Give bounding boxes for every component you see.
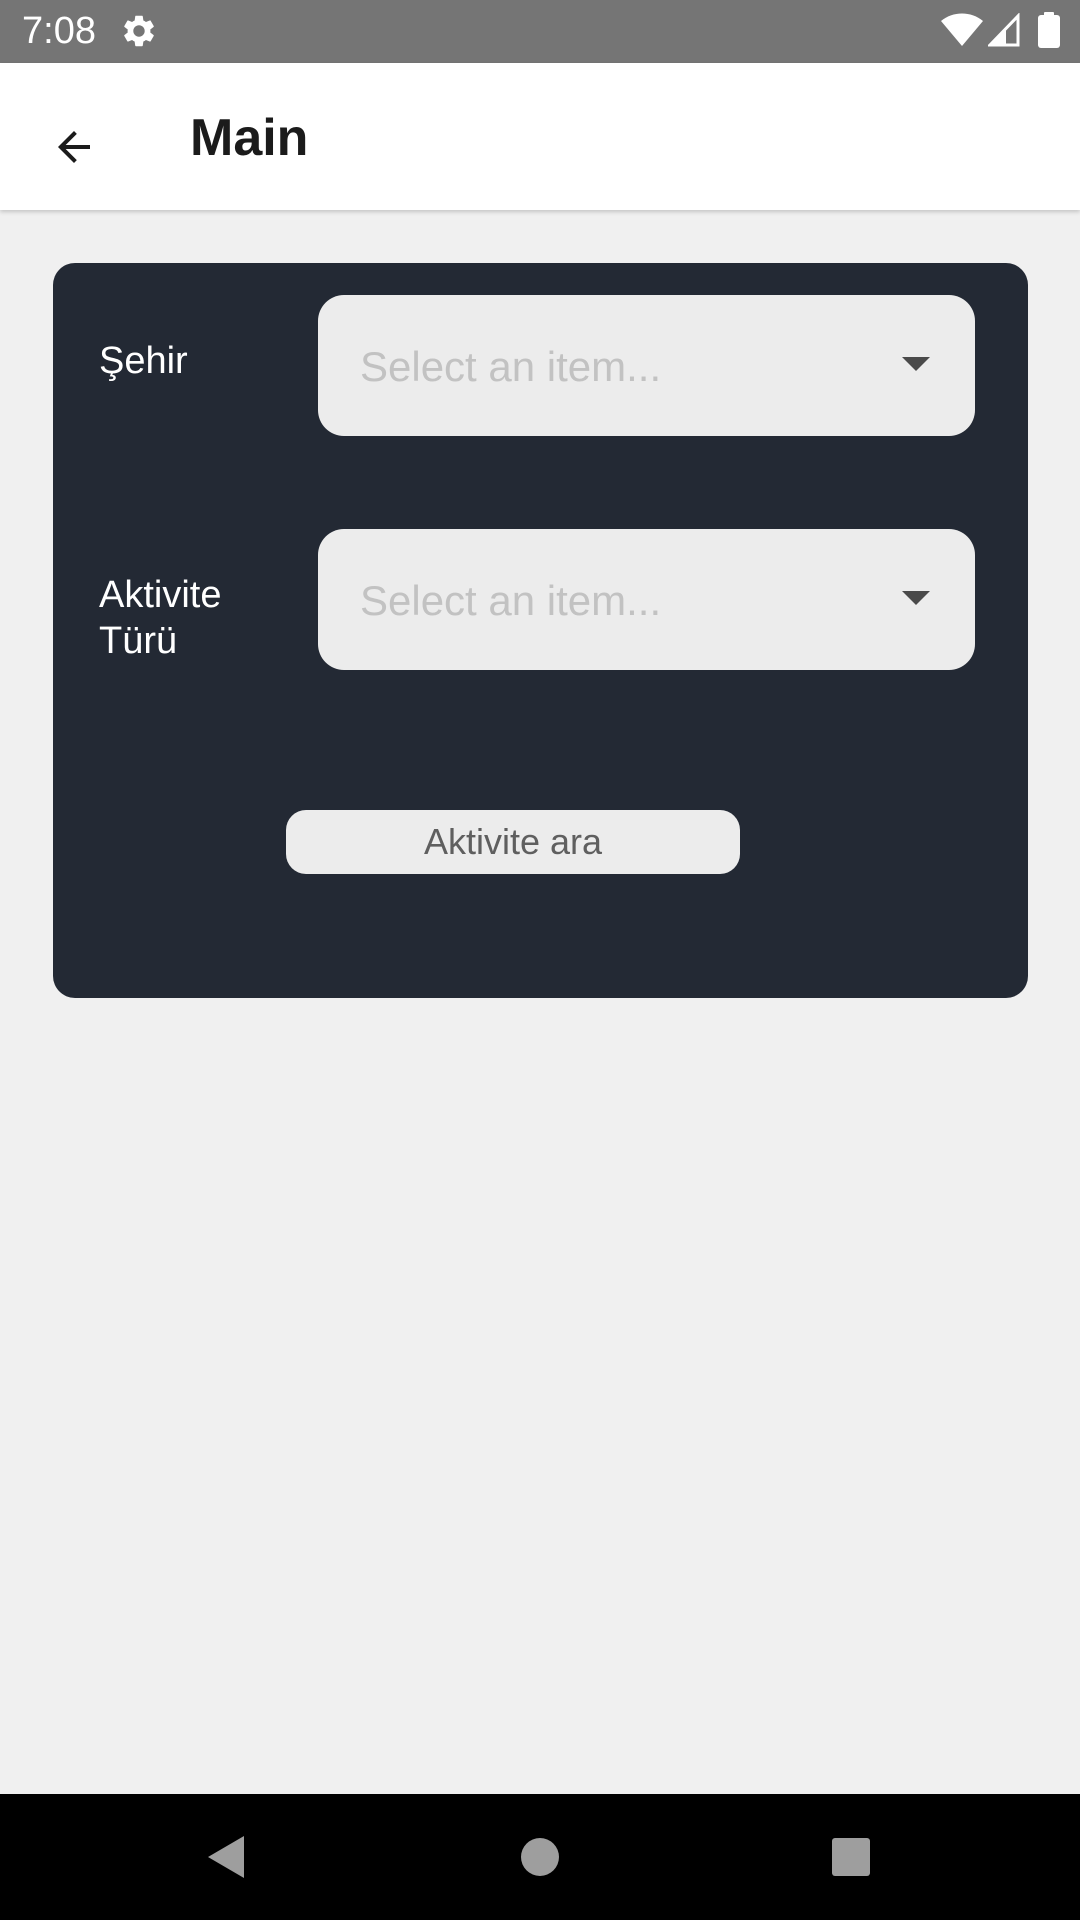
nav-home-icon[interactable]	[521, 1838, 559, 1876]
chevron-down-icon	[902, 357, 930, 371]
activity-type-dropdown[interactable]: Select an item...	[318, 529, 975, 670]
arrow-left-icon	[58, 131, 90, 163]
signal-icon	[988, 13, 1020, 47]
search-activity-button[interactable]: Aktivite ara	[286, 810, 740, 874]
status-time: 7:08	[22, 10, 96, 52]
city-dropdown-placeholder: Select an item...	[360, 343, 662, 390]
status-bar: 7:08	[0, 0, 1080, 63]
nav-back-icon[interactable]	[206, 1834, 246, 1880]
wifi-icon	[941, 13, 983, 46]
city-label: Şehir	[99, 340, 188, 382]
nav-recents-icon[interactable]	[832, 1838, 870, 1876]
search-form-card: Şehir Select an item... Aktivite Türü Se…	[53, 263, 1028, 998]
activity-type-label: Aktivite Türü	[99, 574, 222, 662]
app-bar: Main	[0, 63, 1080, 210]
page-title: Main	[190, 109, 309, 167]
city-dropdown[interactable]: Select an item...	[318, 295, 975, 436]
chevron-down-icon	[902, 591, 930, 605]
navigation-bar	[0, 1794, 1080, 1920]
back-button[interactable]	[30, 103, 118, 191]
gear-icon	[124, 15, 154, 47]
battery-icon	[1038, 12, 1060, 48]
activity-type-dropdown-placeholder: Select an item...	[360, 577, 662, 624]
